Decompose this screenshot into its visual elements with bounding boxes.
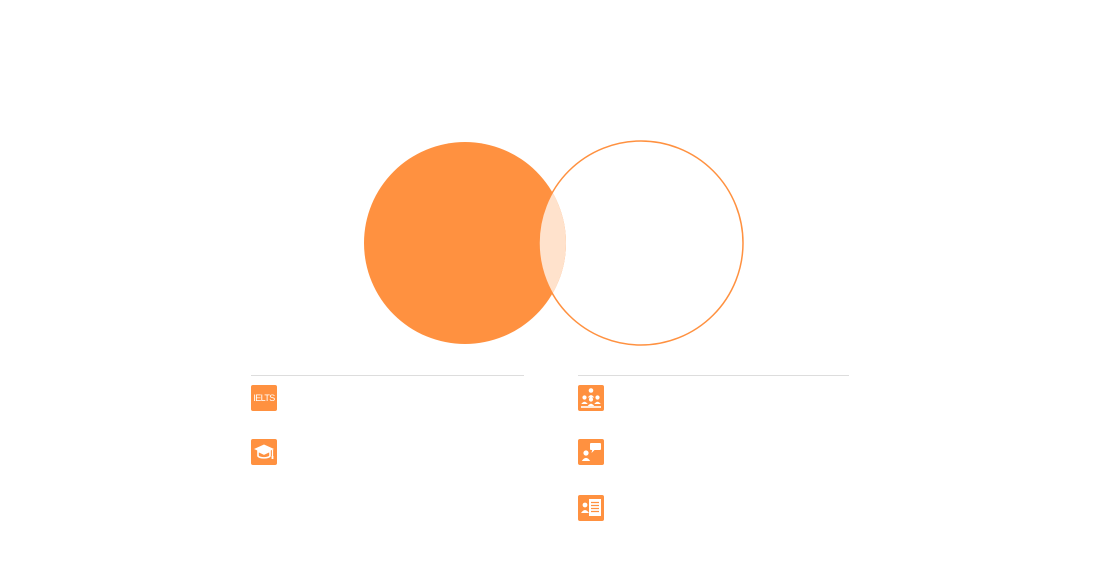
venn-left-circle (364, 142, 566, 344)
profile-card-icon (578, 495, 604, 521)
venn-right-circle (538, 140, 744, 346)
ielts-icon-label: IELTS (253, 393, 275, 403)
ielts-icon: IELTS (251, 385, 277, 411)
group-class-icon (578, 385, 604, 411)
graduation-cap-icon (251, 439, 277, 465)
left-column-divider (251, 375, 524, 376)
speaking-person-icon (578, 439, 604, 465)
right-column-divider (578, 375, 849, 376)
venn-diagram (364, 140, 744, 346)
